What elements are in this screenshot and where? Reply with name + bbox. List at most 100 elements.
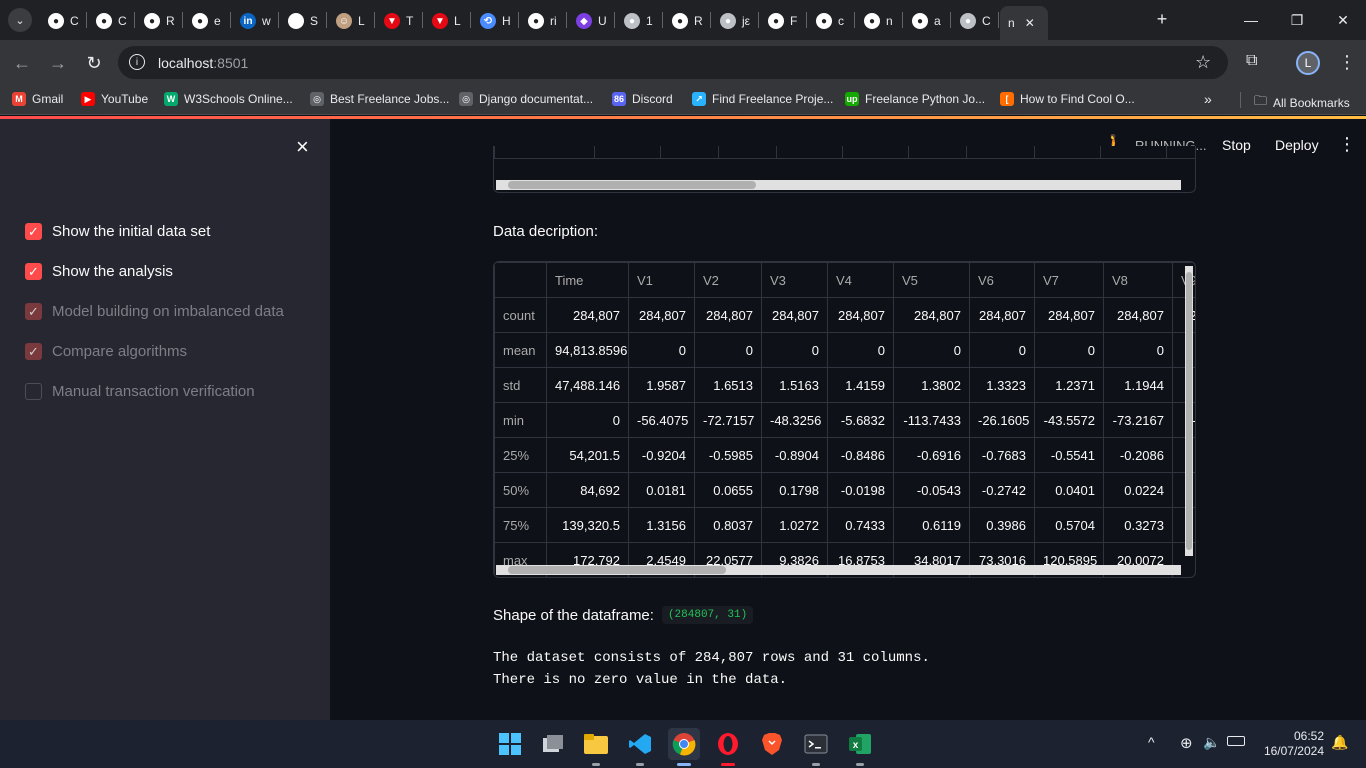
browser-tab[interactable]: ◆ U	[568, 8, 612, 34]
vertical-scrollbar-thumb[interactable]	[1186, 272, 1192, 550]
minimize-button[interactable]: —	[1228, 0, 1274, 40]
all-bookmarks-button[interactable]: 🗀 All Bookmarks	[1254, 92, 1350, 114]
browser-tab[interactable]: ● c	[808, 8, 852, 34]
browser-tab[interactable]: ● a	[904, 8, 948, 34]
file-explorer-icon[interactable]	[580, 728, 612, 766]
site-info-icon[interactable]: i	[129, 54, 145, 70]
column-header[interactable]: V2	[694, 262, 762, 298]
address-bar[interactable]	[118, 46, 1228, 79]
tab-label: jε	[742, 14, 751, 28]
column-header[interactable]: V1	[628, 262, 695, 298]
clock[interactable]: 06:52 16/07/2024	[1262, 729, 1324, 759]
sidebar-checkbox-option[interactable]: ✓ Show the analysis	[25, 263, 173, 280]
checkbox[interactable]: ✓	[25, 343, 42, 360]
chrome-icon[interactable]	[668, 728, 700, 766]
close-tab-icon[interactable]: ✕	[1025, 16, 1035, 30]
browser-tab[interactable]: ● C	[40, 8, 84, 34]
browser-tab[interactable]: ● jε	[712, 8, 756, 34]
volume-icon[interactable]: 🔈	[1203, 734, 1220, 751]
browser-tab[interactable]: n ✕	[1000, 6, 1048, 40]
bookmark-item[interactable]: ◎ Django documentat...	[459, 92, 593, 106]
checkbox[interactable]	[25, 383, 42, 400]
browser-tab[interactable]: ⟲ H	[472, 8, 516, 34]
vercel-icon: ▼	[384, 13, 400, 29]
terminal-icon[interactable]	[800, 728, 832, 766]
bookmark-item[interactable]: M Gmail	[12, 92, 63, 106]
bookmark-item[interactable]: ◎ Best Freelance Jobs...	[310, 92, 449, 106]
checkbox[interactable]: ✓	[25, 303, 42, 320]
scrollbar-thumb[interactable]	[508, 566, 726, 574]
excel-icon[interactable]: x	[844, 728, 876, 766]
browser-tab[interactable]: ☺ L	[328, 8, 372, 34]
horizontal-scrollbar[interactable]	[496, 180, 1181, 190]
column-header[interactable]: V6	[969, 262, 1035, 298]
restore-button[interactable]: ❐	[1274, 0, 1320, 40]
bookmark-item[interactable]: W W3Schools Online...	[164, 92, 293, 106]
checkbox-label: Manual transaction verification	[52, 383, 255, 400]
extensions-icon[interactable]: ⧉	[1246, 52, 1257, 70]
column-header[interactable]: V3	[761, 262, 828, 298]
column-header[interactable]: V7	[1034, 262, 1104, 298]
initial-data-table[interactable]: 50.33831.11501.07410.22220.49940.24080.0…	[493, 146, 1196, 193]
checkbox[interactable]: ✓	[25, 263, 42, 280]
column-header[interactable]: Time	[546, 262, 629, 298]
vscode-icon[interactable]	[624, 728, 656, 766]
bookmarks-more-button[interactable]: »	[1204, 91, 1212, 107]
deploy-button[interactable]: Deploy	[1275, 137, 1319, 153]
bookmark-item[interactable]: [How to Find Cool O...	[1000, 92, 1135, 106]
checkbox[interactable]: ✓	[25, 223, 42, 240]
browser-menu-icon[interactable]: ⋮	[1338, 52, 1356, 73]
sidebar-close-icon[interactable]: ×	[296, 136, 309, 158]
vertical-scrollbar[interactable]	[1185, 266, 1193, 556]
browser-tab[interactable]: ● C	[88, 8, 132, 34]
profile-avatar[interactable]: L	[1296, 51, 1320, 75]
tab-separator	[518, 12, 519, 28]
browser-tab[interactable]: ● n	[856, 8, 900, 34]
network-icon[interactable]: ⊕	[1180, 734, 1193, 752]
back-button[interactable]: ←	[9, 50, 35, 76]
task-view-icon[interactable]	[537, 728, 569, 760]
start-button[interactable]	[494, 728, 526, 760]
browser-tab[interactable]: ● C	[952, 8, 996, 34]
browser-tab[interactable]: ● e	[184, 8, 228, 34]
forward-button[interactable]: →	[45, 50, 71, 76]
sidebar-checkbox-option[interactable]: ✓ Compare algorithms	[25, 343, 187, 360]
browser-tab[interactable]: in w	[232, 8, 276, 34]
browser-tab[interactable]: ● 1	[616, 8, 660, 34]
column-header[interactable]: V8	[1103, 262, 1173, 298]
tab-search-button[interactable]: ⌄	[8, 8, 32, 32]
tab-label: 1	[646, 14, 653, 28]
bookmark-star-icon[interactable]: ☆	[1195, 52, 1211, 73]
bookmark-item[interactable]: ▶ YouTube	[81, 92, 148, 106]
opera-icon[interactable]	[712, 728, 744, 766]
notification-bell-icon[interactable]: 🔔	[1331, 734, 1348, 751]
bookmark-item[interactable]: 86 Discord	[612, 92, 673, 106]
brave-icon[interactable]	[756, 728, 788, 760]
new-tab-button[interactable]: +	[1152, 9, 1172, 29]
column-header[interactable]: V5	[893, 262, 970, 298]
browser-tab[interactable]: ● ri	[520, 8, 564, 34]
bookmark-item[interactable]: up Freelance Python Jo...	[845, 92, 985, 106]
browser-tab[interactable]: ● R	[136, 8, 180, 34]
sidebar-checkbox-option[interactable]: ✓ Model building on imbalanced data	[25, 303, 284, 320]
browser-tab[interactable]: ● R	[664, 8, 708, 34]
browser-tab[interactable]: ● F	[760, 8, 804, 34]
browser-tab[interactable]: ▼ T	[376, 8, 420, 34]
browser-tab[interactable]: ▼ L	[424, 8, 468, 34]
tray-chevron-icon[interactable]: ^	[1148, 734, 1155, 750]
reload-button[interactable]: ↻	[81, 50, 107, 76]
browser-tab[interactable]: ◎ S	[280, 8, 324, 34]
column-header[interactable]	[494, 262, 547, 298]
sidebar-checkbox-option[interactable]: Manual transaction verification	[25, 383, 255, 400]
stop-button[interactable]: Stop	[1222, 137, 1251, 153]
horizontal-scrollbar[interactable]	[496, 565, 1181, 575]
scrollbar-thumb[interactable]	[508, 181, 756, 189]
bookmark-item[interactable]: ↗ Find Freelance Proje...	[692, 92, 833, 106]
battery-icon[interactable]	[1227, 736, 1245, 746]
description-table[interactable]: TimeV1V2V3V4V5V6V7V8V9 count284,807284,8…	[493, 261, 1196, 578]
close-window-button[interactable]: ✕	[1320, 0, 1366, 40]
sidebar-checkbox-option[interactable]: ✓ Show the initial data set	[25, 223, 210, 240]
table-cell: 47,488.146	[546, 367, 629, 403]
column-header[interactable]: V4	[827, 262, 894, 298]
main-menu-icon[interactable]: ⋮	[1338, 134, 1356, 155]
